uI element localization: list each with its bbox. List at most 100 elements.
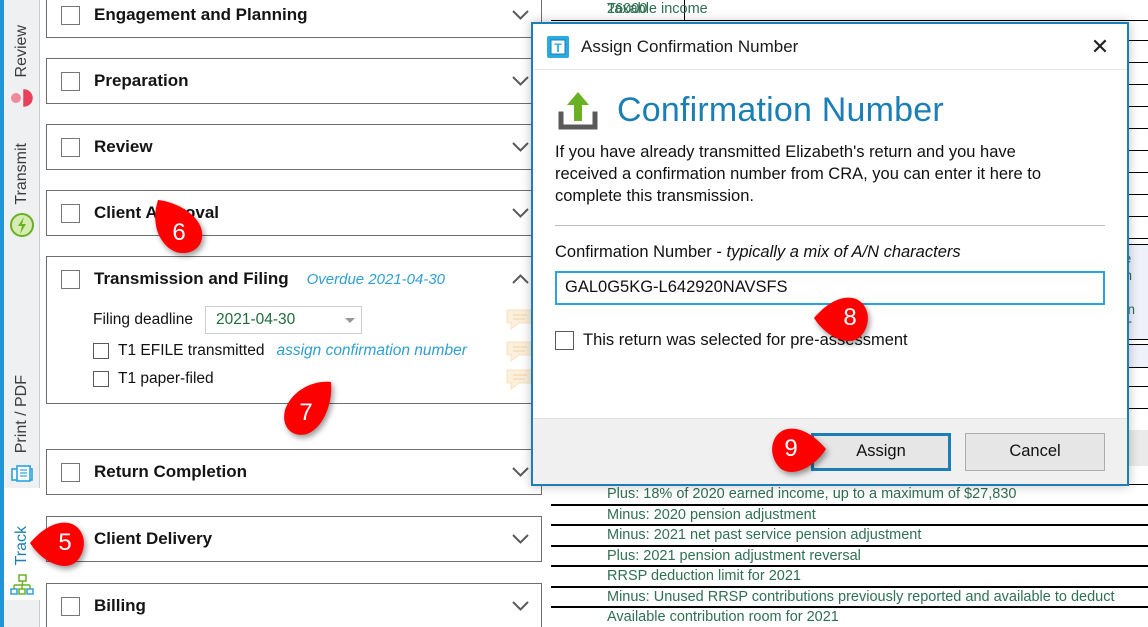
filing-deadline-row: Filing deadline 2021-04-30 xyxy=(47,303,541,337)
upload-icon xyxy=(558,92,598,130)
group-header[interactable]: Client Approval xyxy=(47,191,541,235)
item-checkbox[interactable] xyxy=(93,343,109,359)
chevron-down-icon[interactable] xyxy=(512,601,529,611)
checklist-group-review[interactable]: Review xyxy=(46,124,542,170)
assign-confirmation-number-link[interactable]: assign confirmation number xyxy=(276,342,466,360)
dialog-heading: Confirmation Number xyxy=(617,90,944,129)
chevron-down-icon[interactable] xyxy=(512,534,529,544)
dialog-title: Assign Confirmation Number xyxy=(581,36,799,56)
taxcycle-icon: T xyxy=(547,35,569,58)
chevron-up-icon[interactable] xyxy=(512,274,529,284)
sheet-cell-description: Taxable income xyxy=(607,1,708,17)
chevron-down-icon xyxy=(344,317,355,323)
dialog-footer: Assign Cancel xyxy=(533,418,1127,484)
print-pdf-icon xyxy=(11,465,33,482)
group-title: Return Completion xyxy=(94,462,247,481)
chevron-down-icon[interactable] xyxy=(512,208,529,218)
svg-text:T: T xyxy=(554,41,562,55)
callout-marker-6: 6 xyxy=(148,196,210,258)
group-header[interactable]: Preparation xyxy=(47,59,541,103)
dialog-heading-row: Confirmation Number xyxy=(555,88,1105,132)
group-title: Client Delivery xyxy=(94,529,213,548)
table-row: Minus: Unused RRSP contributions previou… xyxy=(551,586,1148,607)
close-icon[interactable]: ✕ xyxy=(1085,32,1115,62)
group-title: Review xyxy=(94,137,153,156)
checklist-group-return-completion[interactable]: Return Completion xyxy=(46,449,542,495)
filing-deadline-label: Filing deadline xyxy=(93,311,193,328)
item-label: T1 paper-filed xyxy=(118,370,214,387)
pre-assessment-checkbox[interactable] xyxy=(555,330,574,350)
table-row: Minus: 2021 net past service pension adj… xyxy=(551,525,1148,546)
group-checkbox[interactable] xyxy=(61,71,80,91)
checklist-group-client-delivery[interactable]: Client Delivery xyxy=(46,516,542,562)
sheet-cell-description: RRSP deduction limit for 2021 xyxy=(607,568,801,584)
dialog-title-bar: T Assign Confirmation Number ✕ xyxy=(533,24,1127,70)
group-checkbox[interactable] xyxy=(61,5,80,25)
group-header[interactable]: Client Delivery xyxy=(47,517,541,561)
rail-tab-label: Transmit xyxy=(13,143,30,205)
divider xyxy=(555,224,1105,226)
cancel-button[interactable]: Cancel xyxy=(965,432,1105,471)
rail-tab-print-pdf[interactable]: Print / PDF xyxy=(4,240,40,488)
sheet-cell-description: Minus: 2021 net past service pension adj… xyxy=(607,527,922,543)
rail-tab-review[interactable]: Review xyxy=(4,0,40,112)
sheet-row-taxable-income: 26000 Taxable income xyxy=(551,0,1148,21)
checklist-group-client-approval[interactable]: Client Approval xyxy=(46,190,542,236)
group-header[interactable]: Transmission and Filing Overdue 2021-04-… xyxy=(47,257,541,301)
rail-tab-label: Review xyxy=(13,24,30,77)
chevron-down-icon[interactable] xyxy=(512,76,529,86)
table-row: Plus: 2021 pension adjustment reversal xyxy=(551,545,1148,566)
checklist-group-billing[interactable]: Billing xyxy=(46,583,542,627)
track-icon xyxy=(10,574,34,595)
callout-marker-5: 5 xyxy=(28,512,90,574)
group-checkbox[interactable] xyxy=(61,137,80,157)
group-checkbox[interactable] xyxy=(61,203,80,223)
table-row: Plus: 18% of 2020 earned income, up to a… xyxy=(551,484,1148,505)
workflow-checklist-panel: Engagement and Planning Preparation Revi… xyxy=(41,0,551,627)
app-window: 26000 Taxable income yeun Fpinl T Plus: … xyxy=(0,0,1148,627)
callout-marker-8: 8 xyxy=(812,287,874,349)
sheet-cell-description: Minus: 2020 pension adjustment xyxy=(607,506,816,523)
table-row: Minus: 2020 pension adjustment xyxy=(551,504,1148,525)
rail-tab-label: Print / PDF xyxy=(13,374,30,453)
sheet-cell-description: Plus: 18% of 2020 earned income, up to a… xyxy=(607,486,1017,502)
group-checkbox[interactable] xyxy=(61,596,80,616)
chevron-down-icon[interactable] xyxy=(512,142,529,152)
group-header[interactable]: Return Completion xyxy=(47,450,541,494)
sheet-cell-description: Minus: Unused RRSP contributions previou… xyxy=(607,588,1115,605)
review-icon xyxy=(11,89,33,107)
field-label-plain: Confirmation Number - xyxy=(555,242,727,261)
item-checkbox[interactable] xyxy=(93,371,109,387)
sheet-cell-description: Plus: 2021 pension adjustment reversal xyxy=(607,547,861,564)
filing-deadline-value: 2021-04-30 xyxy=(215,311,296,328)
chevron-down-icon[interactable] xyxy=(512,10,529,20)
field-label-italic: typically a mix of A/N characters xyxy=(726,242,961,261)
callout-marker-9: 9 xyxy=(766,418,828,480)
group-title: Billing xyxy=(94,596,146,615)
group-checkbox[interactable] xyxy=(61,269,80,289)
sheet-cell-description: Available contribution room for 2021 xyxy=(607,609,839,625)
filing-deadline-dropdown[interactable]: 2021-04-30 xyxy=(204,306,362,334)
confirmation-number-label: Confirmation Number - typically a mix of… xyxy=(555,243,1105,262)
checklist-group-engagement-and-planning[interactable]: Engagement and Planning xyxy=(46,0,542,38)
table-row: RRSP deduction limit for 2021 xyxy=(551,566,1148,587)
group-header[interactable]: Billing xyxy=(47,584,541,627)
group-status-overdue: Overdue 2021-04-30 xyxy=(306,270,446,288)
assign-confirmation-number-dialog: T Assign Confirmation Number ✕ Confirmat… xyxy=(531,22,1129,486)
group-checkbox[interactable] xyxy=(61,462,80,482)
chevron-down-icon[interactable] xyxy=(512,467,529,477)
checklist-group-preparation[interactable]: Preparation xyxy=(46,58,542,104)
callout-marker-7: 7 xyxy=(279,378,341,440)
dialog-description: If you have already transmitted Elizabet… xyxy=(555,143,1042,205)
group-title: Preparation xyxy=(94,71,189,90)
checklist-item-t1-efile-transmitted[interactable]: T1 EFILE transmitted assign confirmation… xyxy=(47,337,541,365)
item-label: T1 EFILE transmitted xyxy=(118,342,265,359)
transmit-icon xyxy=(10,213,34,237)
group-header[interactable]: Engagement and Planning xyxy=(47,0,541,37)
table-row: Available contribution room for 2021 xyxy=(551,607,1148,627)
group-title: Engagement and Planning xyxy=(94,5,308,24)
group-title: Transmission and Filing xyxy=(94,269,289,288)
assign-button[interactable]: Assign xyxy=(811,432,951,471)
group-header[interactable]: Review xyxy=(47,125,541,169)
rail-tab-transmit[interactable]: Transmit xyxy=(4,112,40,240)
